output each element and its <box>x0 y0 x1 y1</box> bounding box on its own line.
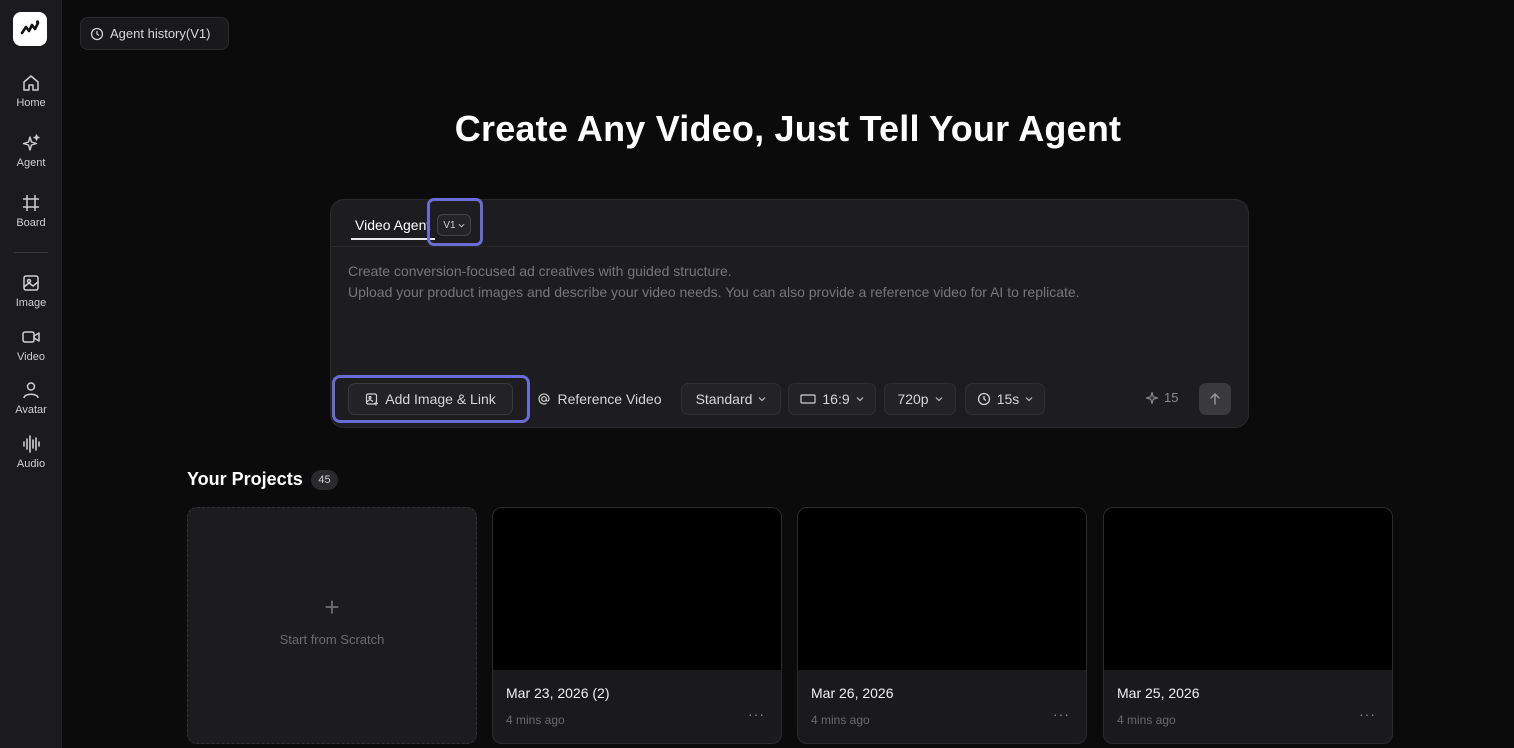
aspect-ratio-value: 16:9 <box>822 391 850 407</box>
sidebar-item-video[interactable]: Video <box>0 327 62 377</box>
image-icon <box>23 275 39 291</box>
sparkles-icon <box>22 134 40 151</box>
resolution-dropdown[interactable]: 720p <box>884 383 956 415</box>
at-sign-icon <box>538 393 551 405</box>
reference-video-label: Reference Video <box>557 391 662 407</box>
video-icon <box>22 331 40 343</box>
sidebar: Home Agent Board Image Video Avatar Audi… <box>0 0 62 748</box>
logo-icon <box>20 20 40 35</box>
sidebar-item-home[interactable]: Home <box>0 73 62 123</box>
plus-icon: + <box>324 592 340 622</box>
start-from-scratch-card[interactable]: + Start from Scratch <box>187 507 477 744</box>
quality-value: Standard <box>695 391 753 407</box>
project-timestamp: 4 mins ago <box>506 713 565 727</box>
arrow-up-icon <box>1210 393 1220 405</box>
prompt-input[interactable]: Create conversion-focused ad creatives w… <box>348 261 1228 303</box>
project-timestamp: 4 mins ago <box>1117 713 1176 727</box>
project-thumbnail <box>798 508 1086 670</box>
reference-video-button[interactable]: Reference Video <box>526 383 673 415</box>
project-card[interactable]: Mar 26, 2026 4 mins ago ··· <box>797 507 1087 744</box>
add-image-icon <box>366 393 379 406</box>
duration-value: 15s <box>996 391 1020 407</box>
chevron-down-icon <box>758 397 766 402</box>
sidebar-item-label: Audio <box>16 458 46 470</box>
send-button[interactable] <box>1199 383 1231 415</box>
sidebar-divider <box>14 252 48 253</box>
credit-cost-value: 15 <box>1164 390 1179 405</box>
project-title: Mar 26, 2026 <box>811 685 894 701</box>
chevron-down-icon <box>1025 397 1033 402</box>
project-title: Mar 23, 2026 (2) <box>506 685 610 701</box>
sidebar-item-label: Board <box>16 217 46 229</box>
prompt-placeholder-line-1: Create conversion-focused ad creatives w… <box>348 263 732 279</box>
page-title: Create Any Video, Just Tell Your Agent <box>454 108 1122 149</box>
agent-composer: Video Agent V1 Create conversion-focused… <box>330 198 1249 428</box>
agent-history-label: Agent history(V1) <box>110 26 211 41</box>
aspect-ratio-icon <box>800 394 816 404</box>
sidebar-item-label: Agent <box>16 157 46 169</box>
sidebar-item-label: Avatar <box>15 404 47 416</box>
sidebar-item-label: Home <box>16 97 46 109</box>
projects-heading: Your Projects <box>187 469 303 489</box>
project-thumbnail <box>493 508 781 670</box>
add-image-link-label: Add Image & Link <box>385 391 496 407</box>
project-title: Mar 25, 2026 <box>1117 685 1200 701</box>
user-icon <box>23 382 39 399</box>
agent-history-button[interactable]: Agent history(V1) <box>80 17 229 50</box>
more-options-icon[interactable]: ··· <box>1053 706 1070 722</box>
prompt-placeholder-line-2: Upload your product images and describe … <box>348 284 1080 300</box>
active-tab-indicator <box>351 238 435 240</box>
tab-video-agent[interactable]: Video Agent <box>355 217 430 233</box>
project-timestamp: 4 mins ago <box>811 713 870 727</box>
project-thumbnail <box>1104 508 1392 670</box>
composer-tabs: Video Agent V1 <box>331 198 1248 247</box>
duration-dropdown[interactable]: 15s <box>965 383 1045 415</box>
add-image-link-button[interactable]: Add Image & Link <box>348 383 513 415</box>
quality-dropdown[interactable]: Standard <box>681 383 781 415</box>
version-highlight-box <box>427 198 483 246</box>
chevron-down-icon <box>935 397 943 402</box>
project-card[interactable]: Mar 25, 2026 4 mins ago ··· <box>1103 507 1393 744</box>
sidebar-item-audio[interactable]: Audio <box>0 434 62 484</box>
home-icon <box>23 75 39 91</box>
sidebar-item-agent[interactable]: Agent <box>0 133 62 183</box>
project-card[interactable]: Mar 23, 2026 (2) 4 mins ago ··· <box>492 507 782 744</box>
frame-icon <box>23 195 39 211</box>
sidebar-item-board[interactable]: Board <box>0 193 62 243</box>
clock-icon <box>977 392 990 406</box>
chevron-down-icon <box>856 397 864 402</box>
more-options-icon[interactable]: ··· <box>1359 706 1376 722</box>
sidebar-item-label: Image <box>15 297 47 309</box>
aspect-ratio-dropdown[interactable]: 16:9 <box>788 383 876 415</box>
sidebar-item-avatar[interactable]: Avatar <box>0 380 62 430</box>
clock-icon <box>90 27 104 40</box>
more-options-icon[interactable]: ··· <box>748 706 765 722</box>
sparkle-icon <box>1145 391 1159 404</box>
projects-count-badge: 45 <box>311 470 338 490</box>
audio-wave-icon <box>23 435 40 453</box>
app-root: Home Agent Board Image Video Avatar Audi… <box>0 0 1514 748</box>
sidebar-item-label: Video <box>17 351 45 363</box>
sidebar-item-image[interactable]: Image <box>0 273 62 323</box>
app-logo[interactable] <box>13 12 47 46</box>
start-from-scratch-label: Start from Scratch <box>279 632 385 647</box>
credit-cost: 15 <box>1145 390 1178 405</box>
resolution-value: 720p <box>897 391 929 407</box>
